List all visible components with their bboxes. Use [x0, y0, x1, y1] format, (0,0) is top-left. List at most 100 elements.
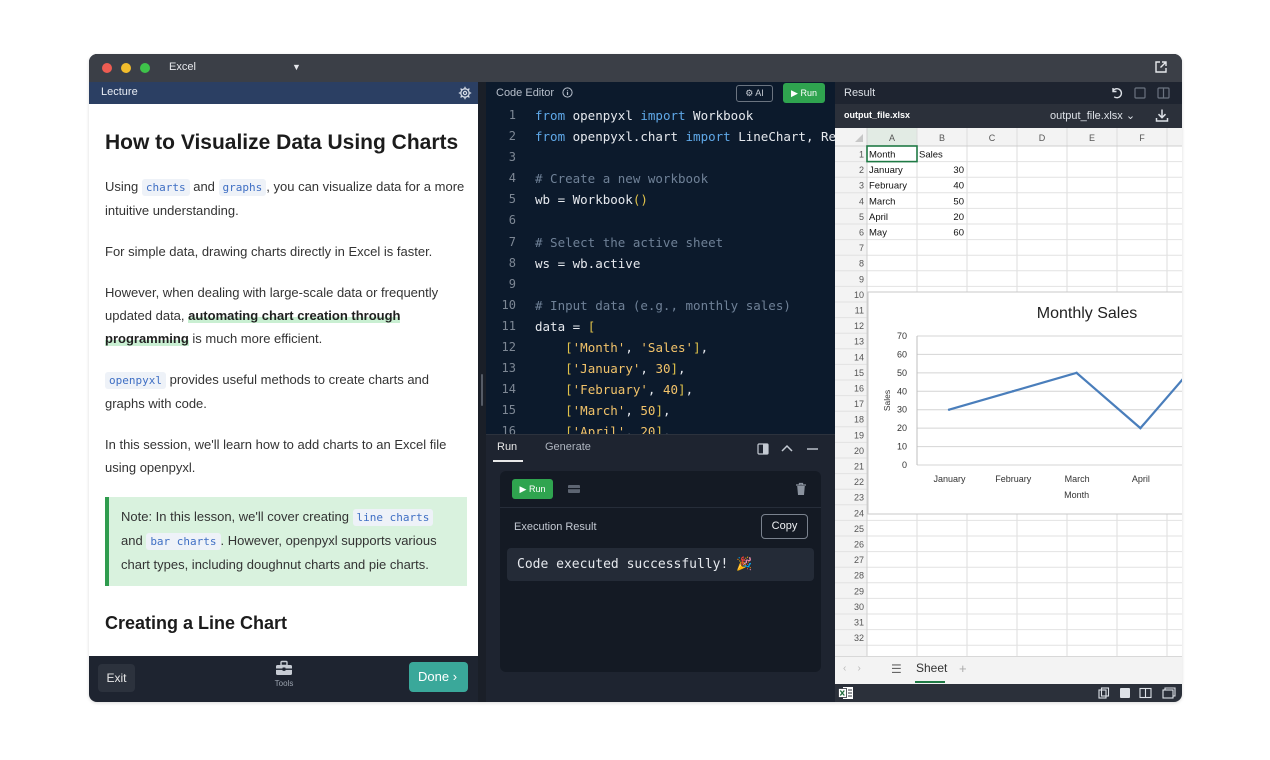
resize-grip[interactable] [481, 374, 483, 406]
column-header[interactable]: D [1039, 133, 1046, 143]
row-header[interactable]: 4 [859, 196, 864, 206]
sheet-tab[interactable]: Sheet [916, 661, 947, 675]
row-header[interactable]: 10 [854, 290, 864, 300]
cell[interactable]: March [869, 196, 895, 207]
data-point[interactable] [947, 408, 951, 411]
column-header[interactable]: C [989, 133, 996, 143]
row-header[interactable]: 29 [854, 586, 864, 596]
cell[interactable]: 60 [953, 228, 964, 239]
minimize-window-button[interactable] [121, 63, 131, 73]
code-area[interactable]: 1 from openpyxl import Workbook 2 from open… [486, 105, 835, 434]
window-icon[interactable] [1162, 687, 1176, 699]
data-point[interactable] [1011, 390, 1014, 393]
code-line[interactable]: 15 ['March', 50], [486, 400, 835, 421]
code-line[interactable]: 3 [486, 147, 835, 168]
download-icon[interactable] [1155, 108, 1169, 123]
maximize-window-button[interactable] [140, 63, 150, 73]
data-point[interactable] [1139, 426, 1142, 430]
close-window-button[interactable] [102, 63, 112, 73]
row-header[interactable]: 28 [854, 571, 864, 581]
code-line[interactable]: 8 ws = wb.active [486, 253, 835, 274]
column-header[interactable]: B [939, 133, 945, 143]
row-header[interactable]: 31 [854, 618, 864, 628]
tab-run[interactable]: Run [497, 441, 517, 453]
code-line[interactable]: 1 from openpyxl import Workbook [486, 105, 835, 126]
external-link-icon[interactable] [1154, 60, 1168, 74]
column-header[interactable]: F [1139, 133, 1145, 143]
terminal-icon[interactable] [567, 483, 581, 495]
file-select[interactable]: output_file.xlsx ⌄ [1050, 109, 1135, 122]
row-header[interactable]: 12 [854, 321, 864, 331]
row-header[interactable]: 20 [854, 446, 864, 456]
row-header[interactable]: 11 [855, 306, 864, 316]
cell[interactable]: 40 [953, 181, 964, 192]
cell[interactable]: February [869, 181, 907, 192]
row-header[interactable]: 14 [854, 352, 864, 362]
row-header[interactable]: 21 [854, 462, 864, 472]
panel-resize-handle[interactable] [478, 82, 486, 702]
code-line[interactable]: 12 ['Month', 'Sales'], [486, 337, 835, 358]
row-header[interactable]: 23 [854, 493, 864, 503]
trash-icon[interactable] [795, 482, 807, 496]
data-point[interactable] [1075, 371, 1078, 375]
chevron-down-icon[interactable]: ▼ [292, 62, 301, 72]
run-button[interactable]: ▶ Run [783, 83, 825, 103]
row-header[interactable]: 24 [854, 508, 864, 518]
code-line[interactable]: 7 # Select the active sheet [486, 232, 835, 253]
code-line[interactable]: 11 data = [ [486, 316, 835, 337]
row-header[interactable]: 19 [854, 430, 864, 440]
column-header[interactable]: E [1089, 133, 1095, 143]
sheet-nav-arrows[interactable]: ‹ › [843, 663, 861, 674]
add-sheet-icon[interactable]: + [959, 661, 967, 676]
code-line[interactable]: 10 # Input data (e.g., monthly sales) [486, 295, 835, 316]
row-header[interactable]: 25 [854, 524, 864, 534]
row-header[interactable]: 22 [854, 477, 864, 487]
ai-button[interactable]: ⚙ AI [736, 85, 773, 102]
tools-button[interactable]: Tools [269, 660, 299, 688]
cell[interactable]: 50 [953, 196, 964, 207]
gear-icon[interactable] [458, 86, 472, 100]
row-header[interactable]: 2 [859, 165, 864, 175]
code-line[interactable]: 16 ['April', 20], [486, 421, 835, 434]
cell[interactable]: Sales [919, 150, 943, 161]
run-button[interactable]: ▶ Run [512, 479, 553, 499]
row-header[interactable]: 18 [854, 415, 864, 425]
info-icon[interactable] [562, 87, 573, 98]
row-header[interactable]: 6 [859, 228, 864, 238]
code-line[interactable]: 13 ['January', 30], [486, 358, 835, 379]
row-header[interactable]: 13 [854, 337, 864, 347]
column-header[interactable]: A [889, 133, 895, 143]
code-line[interactable]: 2 from openpyxl.chart import LineChart, R… [486, 126, 835, 147]
row-header[interactable]: 1 [859, 150, 864, 160]
row-header[interactable]: 9 [859, 274, 864, 284]
row-header[interactable]: 15 [854, 368, 864, 378]
code-line[interactable]: 14 ['February', 40], [486, 379, 835, 400]
code-line[interactable]: 4 # Create a new workbook [486, 168, 835, 189]
book-icon[interactable] [1139, 687, 1152, 699]
frame-icon[interactable] [1134, 87, 1146, 99]
row-header[interactable]: 16 [854, 384, 864, 394]
split-view-icon[interactable] [757, 443, 769, 455]
save-icon[interactable] [1120, 688, 1130, 698]
row-header[interactable]: 7 [859, 243, 864, 253]
exit-button[interactable]: Exit [98, 664, 135, 692]
spreadsheet-grid[interactable]: A B C D E F1234567891011121314151617181920212… [835, 128, 1182, 656]
cell[interactable]: 30 [953, 165, 964, 176]
code-line[interactable]: 6 [486, 210, 835, 231]
undo-icon[interactable] [1112, 88, 1123, 99]
chevron-up-icon[interactable] [781, 444, 793, 452]
copy-icon[interactable] [1098, 687, 1110, 699]
row-header[interactable]: 27 [854, 555, 864, 565]
row-header[interactable]: 17 [854, 399, 864, 409]
columns-icon[interactable] [1157, 87, 1170, 99]
row-header[interactable]: 30 [854, 602, 864, 612]
code-line[interactable]: 5 wb = Workbook() [486, 189, 835, 210]
cell[interactable]: Month [869, 150, 895, 161]
copy-button[interactable]: Copy [761, 514, 808, 539]
cell[interactable]: May [869, 228, 887, 239]
cell[interactable]: 20 [953, 212, 964, 223]
menu-icon[interactable]: ☰ [891, 662, 902, 676]
row-header[interactable]: 32 [854, 633, 864, 643]
row-header[interactable]: 8 [859, 259, 864, 269]
cell[interactable]: April [869, 212, 888, 223]
